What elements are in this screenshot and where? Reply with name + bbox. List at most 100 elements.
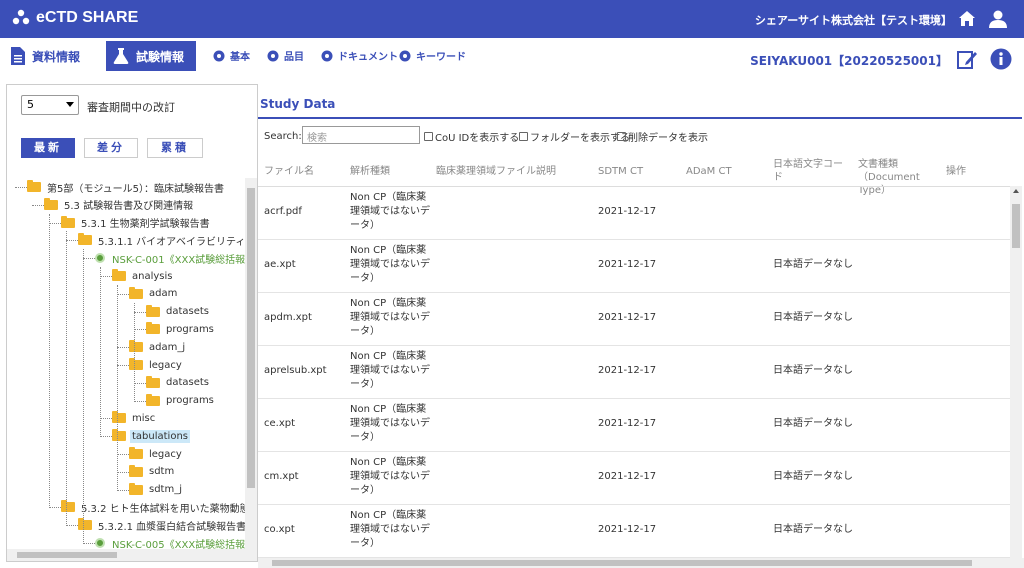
- nav-sub-product-label: 品目: [284, 52, 304, 63]
- tree-connector: [32, 204, 44, 206]
- tree-node[interactable]: adam_j: [129, 338, 187, 356]
- col-sdtm[interactable]: SDTM CT: [598, 165, 643, 178]
- document-icon: [11, 47, 25, 65]
- col-jp-code[interactable]: 日本語文字コード: [773, 158, 849, 184]
- checkbox[interactable]: [424, 132, 433, 141]
- col-file[interactable]: ファイル名: [264, 165, 314, 178]
- project-label: SEIYAKU001【20220525001】: [750, 54, 948, 68]
- table-scroll-thumb[interactable]: [1012, 204, 1020, 248]
- tree-node[interactable]: programs: [146, 392, 216, 410]
- tree-connector: [100, 436, 112, 438]
- col-clinpharm[interactable]: 臨床薬理領域ファイル説明: [436, 165, 556, 178]
- home-icon[interactable]: [958, 10, 976, 28]
- tree-connector: [134, 382, 146, 384]
- tree-node[interactable]: NSK-C-001《XXX試験総括報: [95, 249, 245, 267]
- table-row[interactable]: ae.xpt Non CP（臨床薬理領域ではないデータ） 2021-12-17 日本語…: [258, 240, 1010, 293]
- search-input[interactable]: 検索: [302, 126, 420, 144]
- tree-node-label: datasets: [166, 377, 210, 389]
- tree-vertical-scrollbar[interactable]: [245, 178, 257, 550]
- table-row[interactable]: co.xpt Non CP（臨床薬理領域ではないデータ） 2021-12-17 日本語…: [258, 505, 1010, 558]
- tree-connector: [134, 329, 146, 331]
- cell-sdtm: 2021-12-17: [598, 524, 657, 535]
- tree-node[interactable]: sdtm_j: [129, 481, 184, 499]
- tree-guide: [83, 249, 84, 544]
- seg-diff[interactable]: 差分: [84, 138, 138, 158]
- tree-node[interactable]: sdtm: [129, 463, 176, 481]
- tree-horizontal-scrollbar[interactable]: [7, 549, 257, 561]
- nav-sub-product[interactable]: 品目: [266, 48, 304, 63]
- tab-trial-info[interactable]: 試験情報: [106, 41, 196, 71]
- tree-node[interactable]: legacy: [129, 356, 184, 374]
- tree-node[interactable]: NSK-C-005《XXX試験総括報: [95, 534, 245, 550]
- tree-connector: [66, 240, 78, 242]
- table-row[interactable]: ce.xpt Non CP（臨床薬理領域ではないデータ） 2021-12-17 日本語…: [258, 399, 1010, 452]
- cell-sdtm: 2021-12-17: [598, 471, 657, 482]
- tree-node[interactable]: misc: [112, 409, 157, 427]
- checkbox[interactable]: [519, 132, 528, 141]
- table-row[interactable]: aprelsub.xpt Non CP（臨床薬理領域ではないデータ） 2021-12…: [258, 346, 1010, 399]
- check-folder[interactable]: フォルダーを表示する: [519, 129, 630, 144]
- main-panel: Study Data Search: 検索 CoU IDを表示する フォルダーを…: [258, 84, 1024, 568]
- table-vertical-scrollbar[interactable]: [1010, 186, 1022, 558]
- check-deleted[interactable]: 削除データを表示: [617, 129, 708, 144]
- tree-node[interactable]: legacy: [129, 445, 184, 463]
- table-horizontal-scrollbar[interactable]: [258, 558, 1024, 568]
- cell-analysis: Non CP（臨床薬理領域ではないデータ）: [350, 298, 430, 337]
- tree-node[interactable]: 5.3.1.1 バイオアベイラビリティ（BA）: [78, 231, 245, 249]
- info-icon[interactable]: [990, 48, 1012, 70]
- nav-sub-keyword[interactable]: キーワード: [398, 48, 466, 63]
- tree-node[interactable]: programs: [146, 320, 216, 338]
- table-row[interactable]: acrf.pdf Non CP（臨床薬理領域ではないデータ） 2021-12-17: [258, 187, 1010, 240]
- tree-hscroll-thumb[interactable]: [17, 552, 117, 558]
- cell-analysis: Non CP（臨床薬理領域ではないデータ）: [350, 351, 430, 390]
- tab-doc-info-label: 資料情報: [32, 49, 81, 64]
- cell-jp-code: 日本語データなし: [773, 365, 853, 376]
- cell-jp-code: 日本語データなし: [773, 471, 853, 482]
- tree-node[interactable]: 5.3.1 生物薬剤学試験報告書: [61, 214, 212, 232]
- seg-cumulative[interactable]: 累積: [147, 138, 203, 158]
- tree-node[interactable]: 5.3 試験報告書及び関連情報: [44, 196, 195, 214]
- table-row[interactable]: cm.xpt Non CP（臨床薬理領域ではないデータ） 2021-12-17 日本語…: [258, 452, 1010, 505]
- table-hscroll-thumb[interactable]: [272, 560, 972, 566]
- nav-sub-document-label: ドキュメント: [338, 52, 398, 63]
- tree-node[interactable]: datasets: [146, 374, 211, 392]
- revision-select-label: 審査期間中の改訂: [87, 101, 175, 114]
- tree-scroll-thumb[interactable]: [247, 188, 255, 488]
- checkbox[interactable]: [617, 132, 626, 141]
- table-header: ファイル名 解析種類 臨床薬理領域ファイル説明 SDTM CT ADaM CT …: [258, 158, 1008, 196]
- tree-node-label: NSK-C-001《XXX試験総括報: [112, 254, 245, 266]
- edit-icon[interactable]: [956, 48, 978, 70]
- tree-connector: [117, 365, 129, 366]
- app-logo[interactable]: eCTD SHARE: [12, 9, 138, 27]
- nav-sub-document[interactable]: ドキュメント: [320, 48, 398, 63]
- cell-file: co.xpt: [264, 524, 295, 535]
- revision-select[interactable]: 5: [21, 95, 79, 115]
- tree-node[interactable]: 5.3.2 ヒト生体試料を用いた薬物動態関: [61, 498, 245, 516]
- tree-node[interactable]: datasets: [146, 303, 211, 321]
- tree-node-label: analysis: [132, 270, 173, 282]
- user-icon[interactable]: [988, 9, 1008, 29]
- tree-node-label: misc: [132, 412, 156, 424]
- table-row[interactable]: apdm.xpt Non CP（臨床薬理領域ではないデータ） 2021-12-17 日…: [258, 293, 1010, 346]
- tree-node[interactable]: 5.3.2.1 血漿蛋白結合試験報告書: [78, 516, 245, 534]
- tree-node-label: legacy: [149, 448, 182, 460]
- seg-latest[interactable]: 最新: [21, 138, 75, 158]
- company-name: シェアーサイト株式会社【テスト環境】: [754, 14, 952, 27]
- cell-sdtm: 2021-12-17: [598, 312, 657, 323]
- scroll-up-icon[interactable]: [1013, 189, 1019, 193]
- tree-node[interactable]: tabulations: [112, 427, 191, 445]
- cell-analysis: Non CP（臨床薬理領域ではないデータ）: [350, 510, 430, 549]
- nav-bar: 資料情報 試験情報 基本 品目 ドキュメント キーワード SEIYAKU001【…: [0, 38, 1024, 82]
- cell-jp-code: 日本語データなし: [773, 259, 853, 270]
- tree-node[interactable]: adam: [129, 285, 179, 303]
- col-adam[interactable]: ADaM CT: [686, 165, 732, 178]
- check-deleted-label: 削除データを表示: [628, 133, 708, 144]
- tree-node[interactable]: analysis: [112, 267, 175, 285]
- tab-doc-info[interactable]: 資料情報: [4, 41, 86, 71]
- cell-file: aprelsub.xpt: [264, 365, 327, 376]
- cell-sdtm: 2021-12-17: [598, 206, 657, 217]
- col-analysis[interactable]: 解析種類: [350, 165, 390, 178]
- nav-sub-basic[interactable]: 基本: [212, 48, 250, 63]
- check-cou-id[interactable]: CoU IDを表示する: [424, 129, 519, 144]
- tree-node[interactable]: 第5部（モジュール5）：臨床試験報告書: [27, 178, 226, 196]
